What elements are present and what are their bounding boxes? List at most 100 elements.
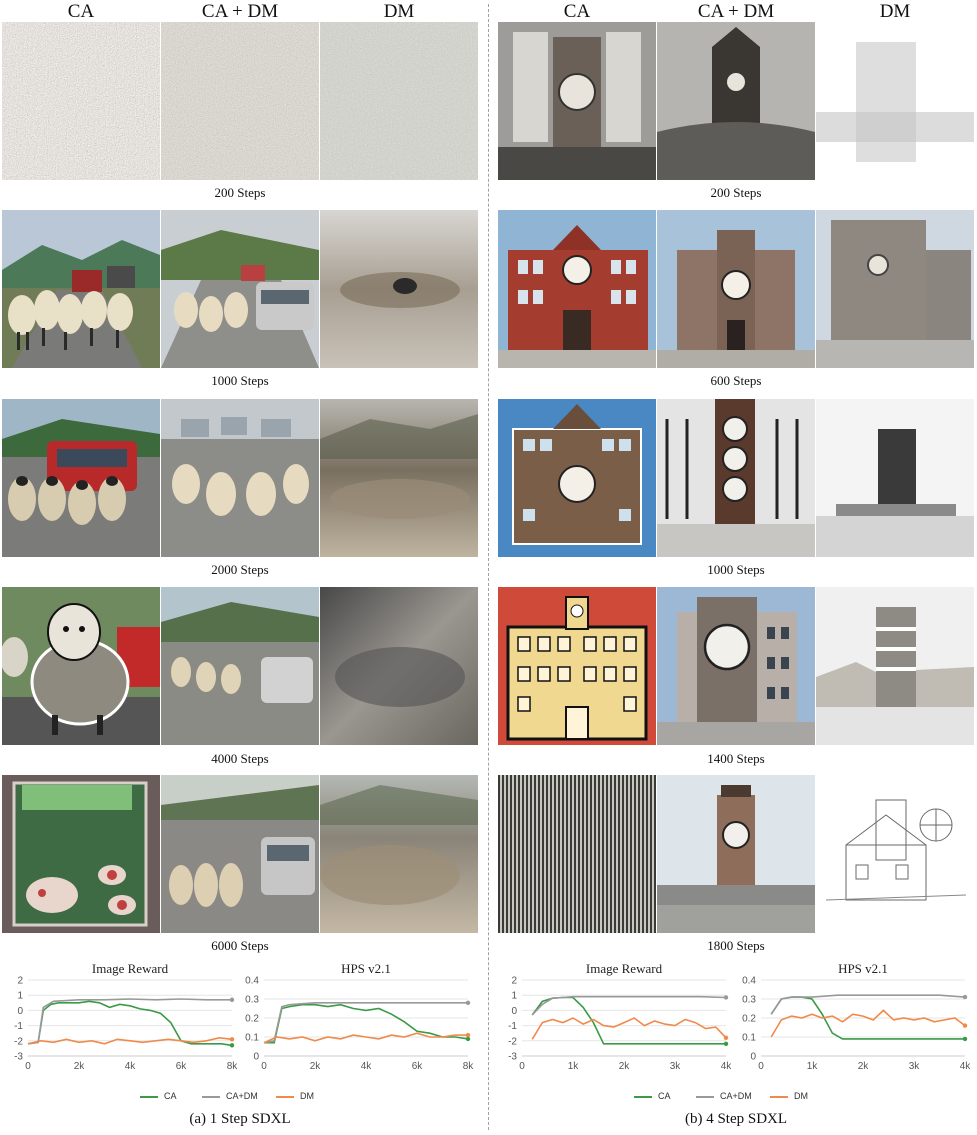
x-tick-label: 4k — [361, 1061, 373, 1072]
x-tick-label: 1k — [568, 1061, 580, 1072]
right-ca-dm-1800-image — [657, 775, 815, 933]
chart-title: Image Reward — [586, 961, 663, 976]
left-header-ca: CA — [67, 1, 95, 22]
series-end-marker — [465, 1032, 471, 1038]
chart-title: Image Reward — [92, 961, 169, 976]
legend-left: CA CA+DM DM — [140, 1091, 440, 1105]
x-tick-label: 4k — [125, 1061, 137, 1072]
left-dm-6000-image — [320, 775, 478, 933]
series-end-marker — [229, 997, 235, 1002]
left-header-ca-dm: CA + DM — [201, 1, 279, 22]
right-dm-600-image — [816, 210, 974, 368]
x-tick-label: 4k — [721, 1061, 733, 1072]
series-line-ca — [27, 1000, 233, 1047]
series-line-dm — [531, 1017, 727, 1040]
left-ca-4000-image — [2, 587, 160, 745]
legend-right-dm-swatch — [770, 1095, 788, 1098]
legend-left-dm-swatch — [276, 1095, 294, 1098]
y-tick-label: 0 — [750, 1052, 756, 1063]
y-tick-label: -2 — [508, 1036, 517, 1047]
y-tick-label: 0.3 — [245, 995, 259, 1006]
chart-left-hps-svg: HPS v2.1 0 0.1 0.2 0.3 0.4 0 2k 4k 6k 8k — [245, 961, 475, 1072]
legend-left-dm: DM — [276, 1091, 314, 1101]
left-dm-1000-image — [320, 210, 478, 368]
chart-right-image-reward-svg: Image Reward -3 -2 -1 0 1 2 0 1k 2k 3k 4k — [508, 961, 733, 1072]
right-steps-label-1: 200 Steps — [710, 185, 762, 200]
series-end-marker — [229, 1037, 235, 1042]
right-header-ca-dm: CA + DM — [697, 1, 775, 22]
left-ca-dm-2000-image — [161, 399, 319, 557]
series-end-marker — [229, 1043, 235, 1048]
x-tick-label: 2k — [74, 1061, 86, 1072]
y-tick-label: -3 — [14, 1052, 23, 1063]
series-end-marker — [962, 994, 968, 1000]
right-ca-dm-1000-image — [657, 399, 815, 557]
x-tick-label: 0 — [261, 1061, 267, 1072]
legend-right-dm: DM — [770, 1091, 808, 1101]
series-end-marker — [465, 1000, 471, 1005]
y-tick-label: 2 — [511, 976, 517, 987]
left-header-dm: DM — [383, 1, 415, 22]
series-end-marker — [465, 1036, 471, 1042]
right-ca-1400-image — [498, 587, 656, 745]
series-line-ca-dm — [770, 994, 966, 1015]
caption-right: (b) 4 Step SDXL — [684, 1111, 788, 1127]
y-tick-label: -1 — [508, 1021, 517, 1032]
right-steps-label-3: 1000 Steps — [707, 562, 765, 577]
legend-left-ca-label: CA — [164, 1091, 177, 1101]
y-tick-label: 2 — [17, 976, 23, 987]
right-dm-1800-image — [816, 775, 974, 933]
legend-right-ca-dm: CA+DM — [696, 1091, 752, 1101]
series-line-ca-dm — [531, 995, 727, 1016]
series-end-marker — [723, 1041, 729, 1047]
x-tick-label: 4k — [960, 1061, 972, 1072]
right-ca-dm-600-image — [657, 210, 815, 368]
right-header-dm: DM — [879, 1, 911, 22]
y-tick-label: 0 — [17, 1006, 23, 1017]
chart-left-image-reward: Image Reward -3 -2 -1 0 1 2 0 2k 4k 6k 8k — [0, 958, 240, 1076]
left-ca-dm-4000-image — [161, 587, 319, 745]
y-tick-label: 1 — [511, 991, 517, 1002]
left-ca-2000-image — [2, 399, 160, 557]
right-ca-dm-200-image — [657, 22, 815, 180]
series-end-marker — [723, 995, 729, 1000]
legend-left-ca-dm-label: CA+DM — [226, 1091, 258, 1101]
left-steps-label-1: 200 Steps — [214, 185, 266, 200]
chart-left-image-reward-svg: Image Reward-3-2-10120 2k 4k 6k 8k — [14, 961, 238, 1072]
right-steps-label-4: 1400 Steps — [707, 751, 765, 766]
x-tick-label: 0 — [25, 1061, 31, 1072]
right-header-ca: CA — [563, 1, 591, 22]
chart-right-hps-svg: HPS v2.1 0 0.1 0.2 0.3 0.4 0 1k 2k 3k 4k — [742, 961, 972, 1072]
chart-title: HPS v2.1 — [341, 961, 391, 976]
y-tick-label: 0 — [253, 1052, 259, 1063]
left-ca-dm-1000-image — [161, 210, 319, 368]
panel-divider — [488, 4, 489, 1130]
x-tick-label: 3k — [909, 1061, 921, 1072]
x-tick-label: 8k — [463, 1061, 475, 1072]
right-dm-200-image — [816, 22, 974, 180]
x-tick-label: 3k — [670, 1061, 682, 1072]
x-tick-label: 2k — [310, 1061, 322, 1072]
left-ca-dm-6000-image — [161, 775, 319, 933]
legend-right-ca-label: CA — [658, 1091, 671, 1101]
legend-left-ca-dm: CA+DM — [202, 1091, 258, 1101]
right-dm-1000-image — [816, 399, 974, 557]
legend-left-ca-swatch — [140, 1095, 158, 1098]
series-end-marker — [962, 1023, 968, 1028]
x-tick-label: 0 — [758, 1061, 764, 1072]
left-ca-1000-image — [2, 210, 160, 368]
left-dm-200-image — [320, 22, 478, 180]
right-steps-label-5: 1800 Steps — [707, 938, 765, 953]
left-dm-4000-image — [320, 587, 478, 745]
left-steps-label-4: 4000 Steps — [211, 751, 269, 766]
y-tick-label: 0.4 — [742, 976, 756, 987]
right-steps-label-2: 600 Steps — [710, 373, 762, 388]
chart-title: HPS v2.1 — [838, 961, 888, 976]
series-line-dm — [27, 1036, 233, 1045]
series-line-dm — [263, 1032, 468, 1044]
legend-right-ca-swatch — [634, 1095, 652, 1098]
y-tick-label: 1 — [17, 991, 23, 1002]
left-steps-label-3: 2000 Steps — [211, 562, 269, 577]
right-ca-200-image — [498, 22, 656, 180]
legend-right-ca: CA — [634, 1091, 671, 1101]
